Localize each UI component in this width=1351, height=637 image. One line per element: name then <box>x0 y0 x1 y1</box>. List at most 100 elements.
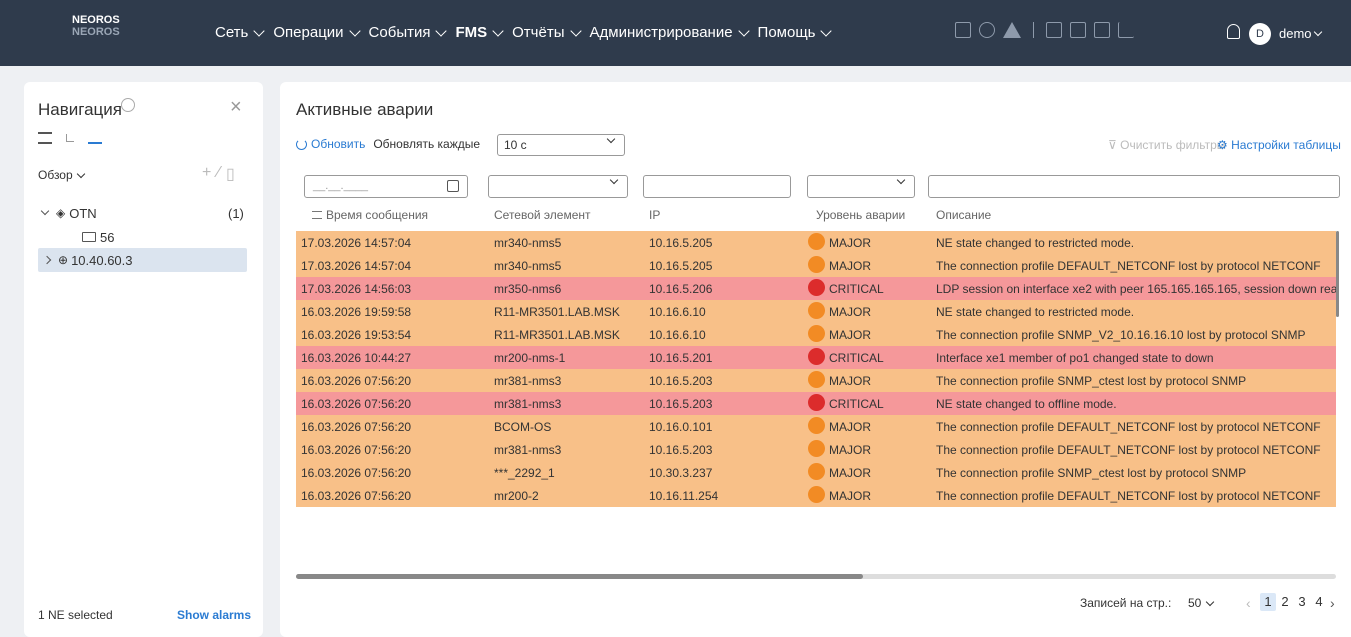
menu-operations[interactable]: Операции <box>273 24 361 41</box>
cell-description: The connection profile SNMP_V2_10.16.16.… <box>936 328 1306 342</box>
config-icon[interactable] <box>1046 22 1062 38</box>
severity-dot-icon <box>808 417 825 434</box>
chevron-down-icon <box>569 24 582 37</box>
cell-severity: MAJOR <box>829 374 871 388</box>
table-row[interactable]: 16.03.2026 10:44:27 mr200-nms-1 10.16.5.20… <box>296 346 1336 369</box>
user-menu[interactable]: demo <box>1279 26 1322 41</box>
show-alarms-link[interactable]: Show alarms <box>177 608 251 622</box>
delete-icon[interactable]: ▯ <box>226 164 235 184</box>
logo-sub: NEOROS <box>72 26 120 38</box>
calendar-icon[interactable] <box>447 180 459 192</box>
cell-severity: MAJOR <box>829 466 871 480</box>
severity-dot-icon <box>808 371 825 388</box>
cell-ne: mr381-nms3 <box>494 443 562 457</box>
cell-severity: CRITICAL <box>829 397 884 411</box>
expand-icon[interactable] <box>88 132 102 144</box>
severity-dot-icon <box>808 279 825 296</box>
main-menu: Сеть Операции События FMS Отчёты Админис… <box>215 24 840 41</box>
table-row[interactable]: 17.03.2026 14:57:04 mr340-nms5 10.16.5.205… <box>296 254 1336 277</box>
overview-dropdown[interactable]: Обзор <box>38 168 85 182</box>
warning-icon[interactable] <box>1003 22 1021 38</box>
chevron-down-icon <box>896 175 906 185</box>
table-row[interactable]: 17.03.2026 14:57:04 mr340-nms5 10.16.5.205… <box>296 231 1336 254</box>
date-filter-input[interactable]: __.__.____ <box>304 175 468 198</box>
cell-ip: 10.16.6.10 <box>649 328 706 342</box>
menu-fms[interactable]: FMS <box>455 24 504 41</box>
chevron-down-icon <box>1206 597 1215 606</box>
refresh-interval-select[interactable]: 10 с <box>497 134 625 156</box>
add-icon[interactable]: + <box>202 164 211 184</box>
cell-severity: MAJOR <box>829 305 871 319</box>
horizontal-scrollbar[interactable] <box>296 574 863 579</box>
logo[interactable]: NEOROS NEOROS <box>72 14 120 38</box>
cell-ne: R11-MR3501.LAB.MSK <box>494 305 620 319</box>
column-header-ip[interactable]: IP <box>649 208 660 222</box>
description-filter-input[interactable] <box>928 175 1340 198</box>
chevron-down-icon <box>737 24 750 37</box>
ne-filter-select[interactable] <box>488 175 628 198</box>
tree-item-count: (1) <box>228 205 244 221</box>
chevron-down-icon <box>435 24 448 37</box>
bell-icon[interactable] <box>1227 24 1240 39</box>
toolbar-icons <box>955 22 1134 38</box>
topology-icon[interactable] <box>955 22 971 38</box>
column-header-ne[interactable]: Сетевой элемент <box>494 208 591 222</box>
vertical-scrollbar[interactable] <box>1336 231 1339 317</box>
nav-title: Навигация <box>38 100 122 119</box>
next-page-icon[interactable]: › <box>1330 595 1335 611</box>
tree-item-label: 10.40.60.3 <box>71 252 133 268</box>
refresh-bar: Обновить Обновлять каждые <box>296 137 480 151</box>
menu-network[interactable]: Сеть <box>215 24 266 41</box>
table-settings-button[interactable]: ⚙ Настройки таблицы <box>1217 138 1341 152</box>
page-size-select[interactable]: 50 <box>1188 596 1215 610</box>
column-header-severity[interactable]: Уровень аварии <box>816 208 905 222</box>
page-1[interactable]: 1 <box>1260 593 1276 611</box>
table-row[interactable]: 16.03.2026 19:53:54 R11-MR3501.LAB.MSK 10.… <box>296 323 1336 346</box>
chart-icon[interactable] <box>1118 22 1134 38</box>
table-row[interactable]: 16.03.2026 07:56:20 mr381-nms3 10.16.5.203… <box>296 392 1336 415</box>
column-header-description[interactable]: Описание <box>936 208 991 222</box>
search-icon[interactable] <box>121 98 135 112</box>
prev-page-icon[interactable]: ‹ <box>1246 595 1251 611</box>
menu-help[interactable]: Помощь <box>758 24 833 41</box>
menu-reports[interactable]: Отчёты <box>512 24 582 41</box>
tree-item-folder[interactable]: 56 <box>24 225 263 249</box>
close-icon[interactable]: × <box>230 96 242 119</box>
tree-item-device[interactable]: ⊕ 10.40.60.3 <box>38 248 247 272</box>
table-row[interactable]: 16.03.2026 07:56:20 ***_2292_1 10.30.3.237… <box>296 461 1336 484</box>
table-row[interactable]: 16.03.2026 07:56:20 mr381-nms3 10.16.5.203… <box>296 369 1336 392</box>
users-icon[interactable] <box>979 22 995 38</box>
table-row[interactable]: 16.03.2026 07:56:20 BCOM-OS 10.16.0.101 MAJ… <box>296 415 1336 438</box>
chevron-down-icon <box>820 24 833 37</box>
cell-ne: mr200-nms-1 <box>494 351 566 365</box>
menu-events[interactable]: События <box>369 24 448 41</box>
collapse-icon[interactable] <box>66 134 74 142</box>
severity-filter-select[interactable] <box>807 175 915 198</box>
cell-description: LDP session on interface xe2 with peer 1… <box>936 282 1336 296</box>
table-row[interactable]: 16.03.2026 07:56:20 mr381-nms3 10.16.5.203… <box>296 438 1336 461</box>
cell-time: 17.03.2026 14:57:04 <box>301 259 412 273</box>
cell-description: The connection profile DEFAULT_NETCONF l… <box>936 259 1321 273</box>
cell-severity: CRITICAL <box>829 282 884 296</box>
page-2[interactable]: 2 <box>1277 593 1293 611</box>
edit-icon[interactable]: ⁄ <box>217 164 220 184</box>
tree-item-otn[interactable]: ◈ OTN (1) <box>24 201 263 225</box>
table-row[interactable]: 17.03.2026 14:56:03 mr350-nms6 10.16.5.206… <box>296 277 1336 300</box>
column-header-time[interactable]: Время сообщения <box>312 208 428 222</box>
page-4[interactable]: 4 <box>1311 593 1327 611</box>
cell-time: 17.03.2026 14:57:04 <box>301 236 412 250</box>
cell-ne: mr340-nms5 <box>494 236 562 250</box>
document-icon[interactable] <box>1094 22 1110 38</box>
cell-ip: 10.16.5.203 <box>649 397 713 411</box>
list-view-icon[interactable] <box>38 132 52 144</box>
table-row[interactable]: 16.03.2026 07:56:20 mr200-2 10.16.11.254 MA… <box>296 484 1336 507</box>
avatar[interactable]: D <box>1249 23 1271 45</box>
cell-severity: CRITICAL <box>829 351 884 365</box>
clear-filters-button[interactable]: ⊽ Очистить фильтры <box>1108 138 1225 152</box>
table-row[interactable]: 16.03.2026 19:59:58 R11-MR3501.LAB.MSK 10.… <box>296 300 1336 323</box>
list-icon[interactable] <box>1070 22 1086 38</box>
ip-filter-input[interactable] <box>643 175 791 198</box>
page-3[interactable]: 3 <box>1294 593 1310 611</box>
menu-administration[interactable]: Администрирование <box>590 24 750 41</box>
refresh-button[interactable]: Обновить <box>296 137 365 151</box>
